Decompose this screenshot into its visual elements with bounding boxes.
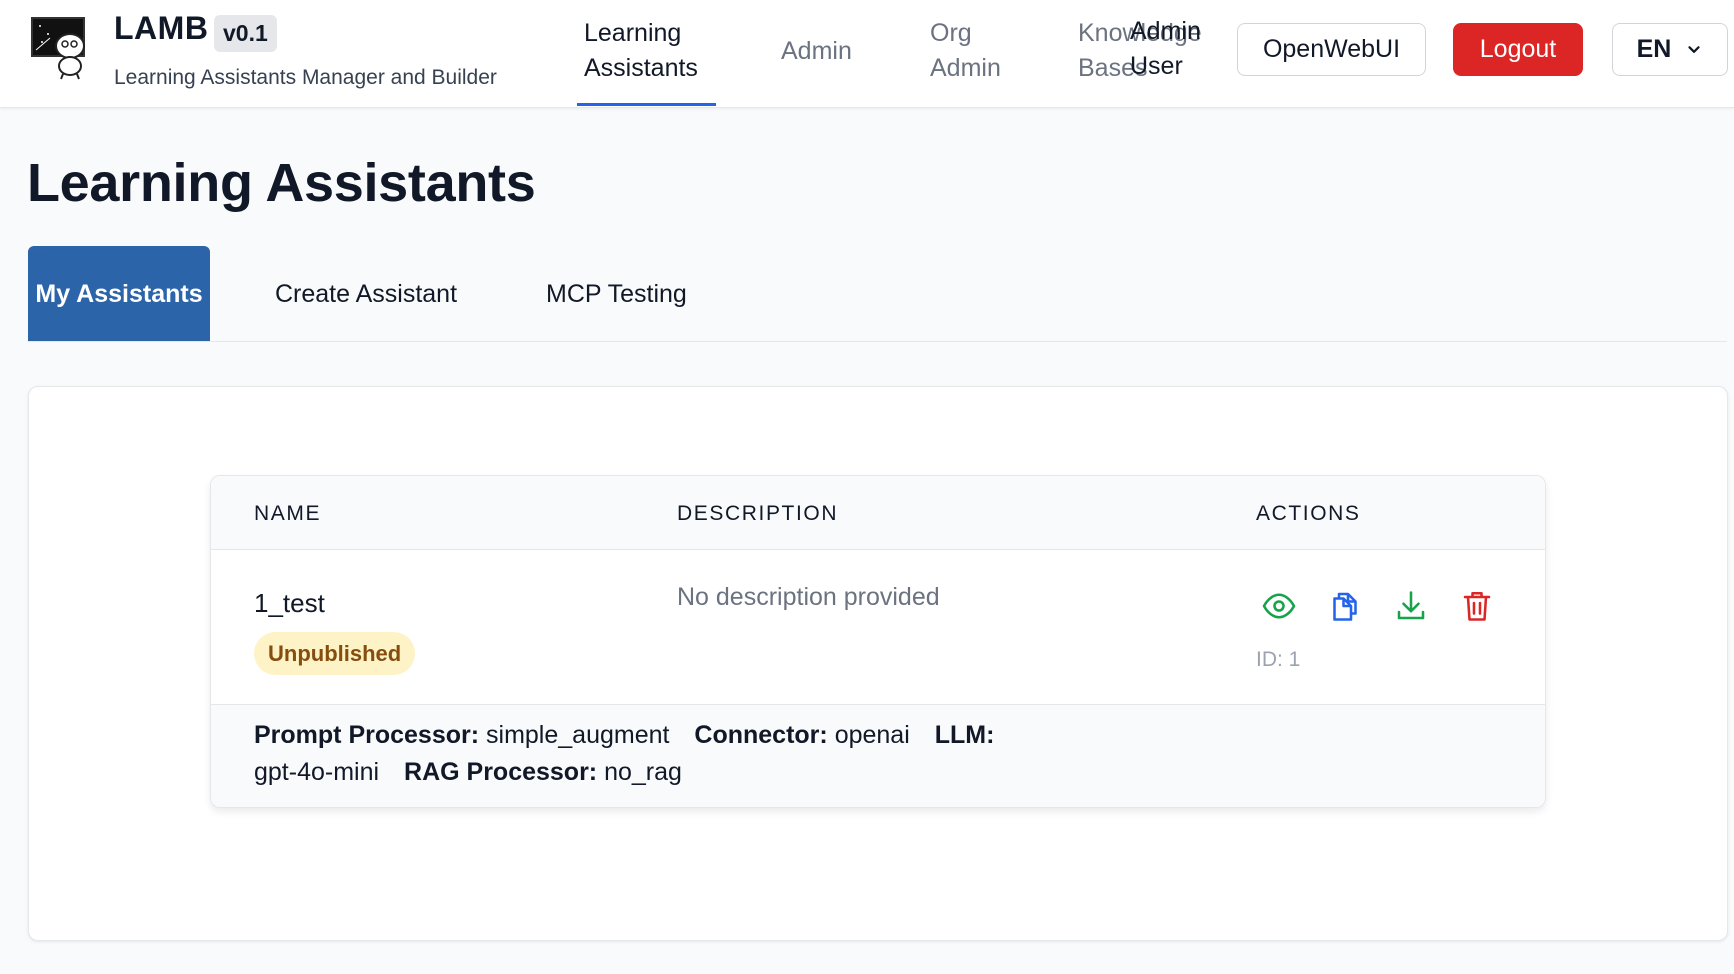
openwebui-button[interactable]: OpenWebUI <box>1237 23 1426 76</box>
eye-icon <box>1262 593 1296 619</box>
tab-label: MCP Testing <box>546 279 687 308</box>
copy-icon <box>1333 592 1357 621</box>
prompt-processor-value: simple_augment <box>486 721 670 749</box>
page-title: Learning Assistants <box>27 153 536 213</box>
column-header-name: NAME <box>254 502 322 525</box>
llm-label: LLM: <box>934 721 995 749</box>
nav-label-line2: Admin <box>930 54 1001 82</box>
nav-org-admin[interactable]: Org Admin <box>930 16 1001 86</box>
nav-admin-user[interactable]: Admin User <box>1130 14 1201 84</box>
app-subtitle: Learning Assistants Manager and Builder <box>114 66 497 89</box>
nav-label-line1: Org <box>930 19 972 47</box>
logout-button[interactable]: Logout <box>1453 23 1583 76</box>
top-header: LAMB v0.1 Learning Assistants Manager an… <box>0 0 1734 108</box>
nav-label-line1: Admin <box>1130 17 1201 45</box>
view-button[interactable] <box>1261 588 1297 624</box>
tab-mcp-testing[interactable]: MCP Testing <box>546 246 687 342</box>
download-icon <box>1397 591 1425 620</box>
tab-label: My Assistants <box>35 279 203 308</box>
tabs-divider <box>27 341 1727 342</box>
duplicate-button[interactable] <box>1327 588 1363 624</box>
tab-label: Create Assistant <box>275 279 458 308</box>
trash-icon <box>1463 591 1491 621</box>
nav-learning-assistants[interactable]: Learning Assistants <box>584 16 698 86</box>
status-badge: Unpublished <box>254 632 416 675</box>
app-title: LAMB <box>114 10 209 46</box>
export-button[interactable] <box>1393 588 1429 624</box>
prompt-processor-label: Prompt Processor: <box>254 721 480 749</box>
connector-label: Connector: <box>694 721 828 749</box>
assistant-details: Prompt Processor: simple_augment Connect… <box>211 705 1545 807</box>
column-header-actions: ACTIONS <box>1256 502 1361 525</box>
lamb-logo-icon[interactable] <box>30 12 94 80</box>
language-select[interactable]: EN <box>1612 23 1728 76</box>
assistant-name: 1_test <box>254 588 325 618</box>
language-value: EN <box>1636 35 1672 63</box>
chevron-down-icon <box>1688 45 1700 53</box>
version-badge: v0.1 <box>214 15 277 52</box>
nav-label-line1: Learning <box>584 19 682 47</box>
connector-value: openai <box>834 721 910 749</box>
assistant-description: No description provided <box>677 583 940 611</box>
table-row: 1_test Unpublished No description provid… <box>211 550 1545 705</box>
assistant-id: ID: 1 <box>1256 648 1301 671</box>
nav-admin[interactable]: Admin <box>781 34 852 69</box>
assistants-table: NAME DESCRIPTION ACTIONS 1_test Unpublis… <box>210 475 1546 808</box>
tab-my-assistants[interactable]: My Assistants <box>28 246 210 342</box>
table-header: NAME DESCRIPTION ACTIONS <box>211 476 1545 550</box>
tab-create-assistant[interactable]: Create Assistant <box>275 246 457 342</box>
nav-label-line1: Admin <box>781 37 852 65</box>
delete-button[interactable] <box>1459 588 1495 624</box>
nav-label-line2: Assistants <box>584 54 698 82</box>
rag-processor-label: RAG Processor: <box>404 758 598 786</box>
column-header-description: DESCRIPTION <box>677 502 839 525</box>
llm-value: gpt-4o-mini <box>254 758 380 786</box>
rag-processor-value: no_rag <box>604 758 682 786</box>
nav-label-line2: User <box>1130 52 1183 80</box>
active-nav-indicator <box>577 103 716 106</box>
